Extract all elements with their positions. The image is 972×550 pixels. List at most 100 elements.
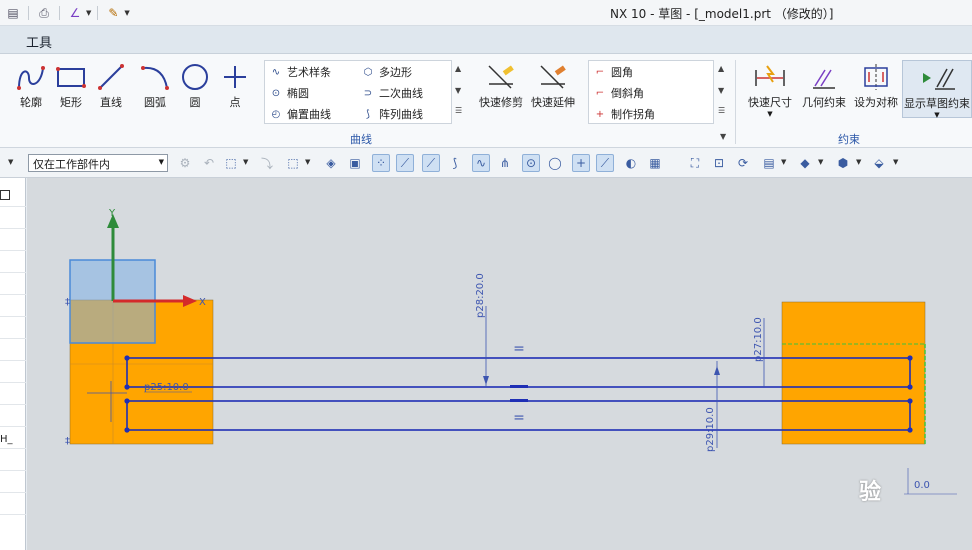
clip-icon[interactable]: ⬙	[870, 154, 888, 172]
deselect-icon[interactable]: ⤵	[258, 154, 276, 172]
sketch-view[interactable]: = = p28:20.0 p29:10.0 p27:10.0 p25:10.0 …	[27, 178, 972, 550]
ellipse-label: 椭圆	[287, 87, 309, 100]
chevron-down-icon[interactable]: ▼	[903, 111, 971, 119]
curve-group-more-icon[interactable]: ▼	[720, 132, 726, 141]
gallery2-scroll-down-icon[interactable]: ▼	[718, 86, 724, 95]
dimension-p28[interactable]: p28:20.0	[475, 273, 486, 318]
polygon-label: 多边形	[379, 66, 412, 79]
snap-intersection-icon[interactable]: ⋔	[496, 154, 514, 172]
curve-gallery: ∿ 艺术样条 ⬡ 多边形 ⊙ 椭圆 ⊃ 二次曲线 ◴ 偏置曲线 ⟆ 阵列曲线	[264, 60, 452, 124]
snap-quadrant-icon[interactable]: ◯	[546, 154, 564, 172]
pattern-curve-icon: ⟆	[366, 108, 370, 120]
circle-button[interactable]: 圆	[174, 60, 216, 118]
arc-icon	[141, 66, 169, 90]
undo-select-icon[interactable]: ↶	[200, 154, 218, 172]
fit-view-icon[interactable]: ⛶	[686, 154, 704, 172]
fillet-item[interactable]: ⌐ 圆角	[593, 64, 633, 80]
chevron-down-icon[interactable]: ▼	[818, 158, 823, 166]
quick-trim-button[interactable]: 快速修剪	[478, 60, 524, 118]
dimension-p29[interactable]: p29:10.0	[705, 407, 716, 452]
arc-button[interactable]: 圆弧	[134, 60, 176, 118]
rectangle-button[interactable]: 矩形	[50, 60, 92, 118]
copy-icon[interactable]: ▤	[4, 5, 22, 21]
snap-center-icon[interactable]: ⊙	[522, 154, 540, 172]
dimension-p25[interactable]: p25:10.0	[144, 382, 189, 393]
make-corner-item[interactable]: + 制作拐角	[593, 106, 655, 122]
chevron-down-icon[interactable]: ▼	[856, 158, 861, 166]
show-constraints-button[interactable]: 显示草图约束 ▼	[902, 60, 972, 119]
chevron-down-icon[interactable]: ▼	[305, 158, 310, 166]
right-block[interactable]	[781, 301, 926, 445]
chevron-down-icon[interactable]: ▼	[86, 9, 91, 17]
line-button[interactable]: 直线	[90, 60, 132, 118]
orient-view-icon[interactable]: ▤	[760, 154, 778, 172]
snap-face-icon[interactable]: ◐	[622, 154, 640, 172]
snap-on-curve-icon[interactable]: ⟋	[596, 154, 614, 172]
conic-item[interactable]: ⊃ 二次曲线	[361, 85, 423, 101]
equal-constraint-bottom: =	[513, 410, 525, 426]
geometric-constraint-button[interactable]: 几何约束	[800, 60, 848, 118]
graphics-window[interactable]: = = p28:20.0 p29:10.0 p27:10.0 p25:10.0 …	[27, 178, 972, 550]
chevron-down-icon[interactable]: ▼	[243, 158, 248, 166]
make-corner-icon: +	[595, 108, 605, 120]
select-tool-icon[interactable]: ⬚	[222, 154, 240, 172]
gallery2-expand-icon[interactable]: ☰	[718, 106, 725, 115]
chevron-down-icon[interactable]: ▼	[781, 158, 786, 166]
profile-button[interactable]: 轮廓	[10, 60, 52, 118]
cube-icon[interactable]: ▣	[346, 154, 364, 172]
gallery-scroll-up-icon[interactable]: ▲	[455, 64, 461, 73]
shaded-icon[interactable]: ◈	[322, 154, 340, 172]
dimension-p27[interactable]: p27:10.0	[753, 317, 764, 362]
edit-gallery: ⌐ 圆角 ⌐ 倒斜角 + 制作拐角	[588, 60, 714, 124]
separator	[28, 6, 29, 20]
gallery-expand-icon[interactable]: ☰	[455, 106, 462, 115]
render-style-icon[interactable]: ◆	[796, 154, 814, 172]
corner-marker: ‡	[65, 436, 70, 447]
menu-tools[interactable]: 工具	[26, 32, 52, 51]
sketch-mode-icon[interactable]: ∠	[66, 5, 84, 21]
snap-icon[interactable]: ✎	[104, 5, 122, 21]
studio-spline-label: 艺术样条	[287, 66, 331, 79]
chevron-down-icon[interactable]: ▼	[893, 158, 898, 166]
snap-line-icon[interactable]: ⟋	[396, 154, 414, 172]
divider	[0, 228, 26, 229]
print-icon[interactable]: ⎙	[35, 5, 53, 21]
quick-extend-button[interactable]: 快速延伸	[530, 60, 576, 118]
zoom-icon[interactable]: ⊡	[710, 154, 728, 172]
snap-curve-icon[interactable]: ⟆	[446, 154, 464, 172]
gallery2-scroll-up-icon[interactable]: ▲	[718, 64, 724, 73]
divider	[0, 470, 26, 471]
studio-spline-item[interactable]: ∿ 艺术样条	[269, 64, 331, 80]
snap-endpoint-icon[interactable]: ⁘	[372, 154, 390, 172]
divider	[0, 294, 26, 295]
rapid-dimension-button[interactable]: 快速尺寸 ▼	[746, 60, 794, 118]
selection-scope-dropdown[interactable]: 仅在工作部件内 ▼	[28, 154, 168, 172]
conic-icon: ⊃	[363, 87, 373, 99]
panel-toggle-icon[interactable]	[0, 190, 10, 200]
type-filter-icon[interactable]: ⚙	[176, 154, 194, 172]
offset-curve-item[interactable]: ◴ 偏置曲线	[269, 106, 331, 122]
point-button[interactable]: 点	[214, 60, 256, 118]
snap-grid-icon[interactable]: ▦	[646, 154, 664, 172]
chevron-down-icon[interactable]: ▼	[746, 110, 794, 118]
edge-style-icon[interactable]: ⬢	[834, 154, 852, 172]
chamfer-item[interactable]: ⌐ 倒斜角	[593, 85, 644, 101]
rectangle-label: 矩形	[60, 96, 82, 109]
snap-midpoint-icon[interactable]: ⟋	[422, 154, 440, 172]
rect-select-icon[interactable]: ⬚	[284, 154, 302, 172]
gallery-scroll-down-icon[interactable]: ▼	[455, 86, 461, 95]
ellipse-item[interactable]: ⊙ 椭圆	[269, 85, 309, 101]
chevron-down-icon[interactable]: ▼	[124, 9, 129, 17]
dimension-bottom-right[interactable]: 0.0	[914, 480, 930, 491]
arc-label: 圆弧	[144, 96, 166, 109]
snap-control-icon[interactable]: ∿	[472, 154, 490, 172]
pattern-curve-item[interactable]: ⟆ 阵列曲线	[361, 106, 423, 122]
chevron-down-icon[interactable]: ▼	[8, 158, 13, 166]
snap-point-icon[interactable]: +	[572, 154, 590, 172]
rotate-icon[interactable]: ⟳	[734, 154, 752, 172]
divider	[0, 250, 26, 251]
polygon-item[interactable]: ⬡ 多边形	[361, 64, 412, 80]
fillet-label: 圆角	[611, 66, 633, 79]
make-symmetric-button[interactable]: 设为对称	[852, 60, 900, 118]
tree-item-truncated[interactable]: H_	[0, 434, 13, 445]
